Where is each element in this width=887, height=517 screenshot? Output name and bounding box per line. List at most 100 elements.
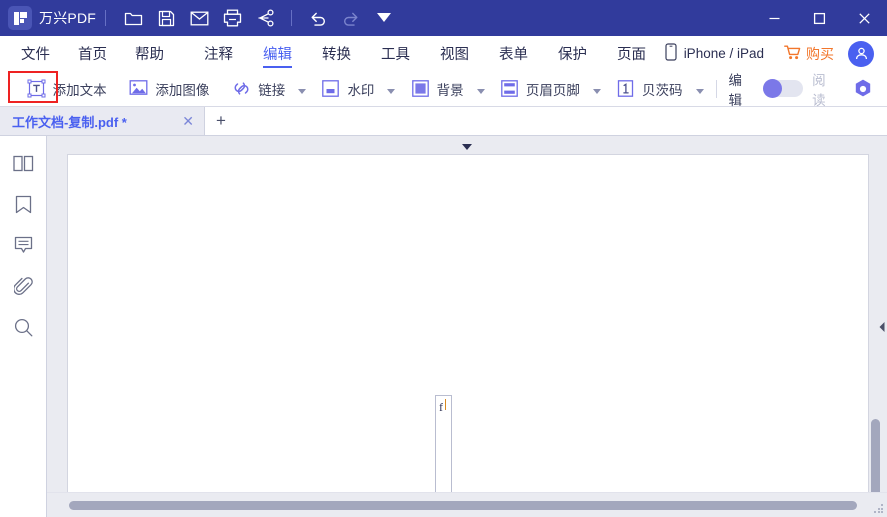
page-top-marker-icon [462, 144, 472, 150]
document-tab-bar: 工作文档-复制.pdf * ✕ + [0, 107, 887, 136]
menu-item-view[interactable]: 视图 [440, 36, 469, 71]
window-controls [752, 0, 887, 36]
sidebar-item-comments[interactable] [11, 236, 35, 260]
iphone-ipad-label: iPhone / iPad [683, 46, 764, 61]
horizontal-scrollbar[interactable] [47, 492, 887, 517]
watermark-icon [321, 79, 340, 98]
menu-item-help[interactable]: 帮助 [135, 36, 164, 71]
add-tab-icon[interactable]: + [205, 107, 237, 135]
buy-label: 购买 [806, 45, 834, 62]
app-title: 万兴PDF [39, 10, 96, 26]
email-icon[interactable] [183, 3, 216, 33]
chevron-down-icon[interactable] [387, 88, 396, 94]
menu-item-protect[interactable]: 保护 [558, 36, 587, 71]
toggle-knob [763, 79, 783, 98]
link-label: 链接 [258, 82, 286, 98]
search-icon [14, 318, 33, 342]
text-edit-value: f [439, 400, 443, 414]
add-image-label: 添加图像 [155, 82, 210, 98]
titlebar-divider [105, 10, 106, 26]
page-scroll-area[interactable]: f [47, 154, 887, 517]
title-bar: 万兴PDF [0, 0, 887, 36]
add-text-label: 添加文本 [52, 82, 107, 98]
bookmark-icon [15, 195, 32, 220]
bates-numbering-label: 贝茨码 [642, 82, 683, 98]
shopping-cart-icon [784, 45, 801, 63]
open-folder-icon[interactable] [117, 3, 150, 33]
sidebar-item-bookmarks[interactable] [11, 195, 35, 219]
minimize-icon[interactable] [752, 0, 797, 36]
more-dropdown-icon[interactable] [367, 3, 400, 33]
main-body: f [0, 136, 887, 517]
watermark-button[interactable]: 水印 [321, 71, 396, 107]
read-mode-label: 阅读 [812, 72, 826, 108]
menu-item-edit[interactable]: 编辑 [263, 36, 292, 71]
wondershare-pdf-logo-icon [8, 6, 32, 30]
chevron-down-icon[interactable] [476, 88, 485, 94]
maximize-icon[interactable] [797, 0, 842, 36]
menu-item-form[interactable]: 表单 [499, 36, 528, 71]
sidebar-item-attachments[interactable] [11, 276, 35, 302]
viewer-top-strip [47, 136, 887, 154]
menu-bar: 文件 首页 帮助 注释 编辑 转换 工具 视图 表单 保护 页面 iPhone … [0, 36, 887, 103]
mobile-device-icon [665, 43, 677, 64]
header-footer-button[interactable]: 页眉页脚 [500, 71, 601, 107]
bates-numbering-icon [616, 79, 635, 98]
iphone-ipad-button[interactable]: iPhone / iPad [665, 43, 764, 64]
menu-item-convert[interactable]: 转换 [322, 36, 351, 71]
hexagon-settings-icon[interactable] [852, 78, 874, 100]
menu-item-annotate[interactable]: 注释 [204, 36, 233, 71]
resize-grip-icon[interactable] [874, 504, 884, 514]
edit-read-mode-toggle[interactable] [763, 79, 804, 98]
sidebar-item-search[interactable] [11, 318, 35, 342]
document-viewer: f [47, 136, 887, 517]
share-icon[interactable] [249, 3, 282, 33]
undo-icon[interactable] [301, 3, 334, 33]
document-tab[interactable]: 工作文档-复制.pdf * ✕ [0, 107, 205, 135]
pdf-page[interactable]: f [67, 154, 869, 517]
header-footer-label: 页眉页脚 [525, 82, 580, 98]
chevron-down-icon[interactable] [695, 88, 704, 94]
add-image-button[interactable]: 添加图像 [129, 71, 209, 107]
application-window: 万兴PDF 文件 首页 帮助 注释 编辑 转换 工具 视图 表单 保护 页面 i… [0, 0, 887, 517]
paperclip-icon [12, 276, 33, 302]
close-icon[interactable] [842, 0, 887, 36]
print-icon[interactable] [216, 3, 249, 33]
background-icon [411, 79, 430, 98]
text-cursor [445, 399, 446, 410]
menu-item-home[interactable]: 首页 [78, 36, 107, 71]
redo-icon[interactable] [334, 3, 367, 33]
link-icon [232, 79, 251, 98]
save-icon[interactable] [150, 3, 183, 33]
add-image-icon [129, 79, 148, 98]
menu-item-file[interactable]: 文件 [21, 36, 50, 71]
add-text-button[interactable]: 添加文本 [27, 71, 107, 107]
edit-mode-label: 编辑 [728, 72, 743, 108]
close-tab-icon[interactable]: ✕ [182, 114, 194, 128]
background-button[interactable]: 背景 [411, 71, 485, 107]
collapse-left-arrow-icon[interactable] [877, 320, 887, 334]
sidebar-item-thumbnails[interactable] [11, 154, 35, 178]
thumbnails-icon [12, 155, 34, 178]
watermark-label: 水印 [347, 82, 375, 98]
chevron-down-icon[interactable] [592, 88, 601, 94]
document-tab-title: 工作文档-复制.pdf * [12, 114, 127, 130]
toolbar-divider [715, 79, 717, 98]
edit-toolbar: 添加文本 添加图像 链接 水印 背景 页眉页脚 贝茨码 编辑 阅读 [0, 71, 887, 108]
bates-numbering-button[interactable]: 贝茨码 [616, 71, 704, 107]
buy-button[interactable]: 购买 [784, 44, 834, 64]
header-footer-icon [500, 79, 519, 98]
link-button[interactable]: 链接 [232, 71, 307, 107]
horizontal-scrollbar-thumb[interactable] [69, 501, 857, 510]
left-sidebar [0, 136, 47, 517]
chevron-down-icon[interactable] [298, 88, 307, 94]
background-label: 背景 [436, 82, 464, 98]
titlebar-divider-2 [291, 10, 292, 26]
menu-item-tools[interactable]: 工具 [381, 36, 410, 71]
comment-icon [14, 236, 33, 260]
titlebar-tool-group [117, 3, 400, 33]
add-text-icon [27, 79, 46, 98]
menu-item-page[interactable]: 页面 [617, 36, 646, 71]
user-avatar-icon[interactable] [848, 40, 874, 67]
vertical-scrollbar[interactable] [871, 154, 880, 517]
